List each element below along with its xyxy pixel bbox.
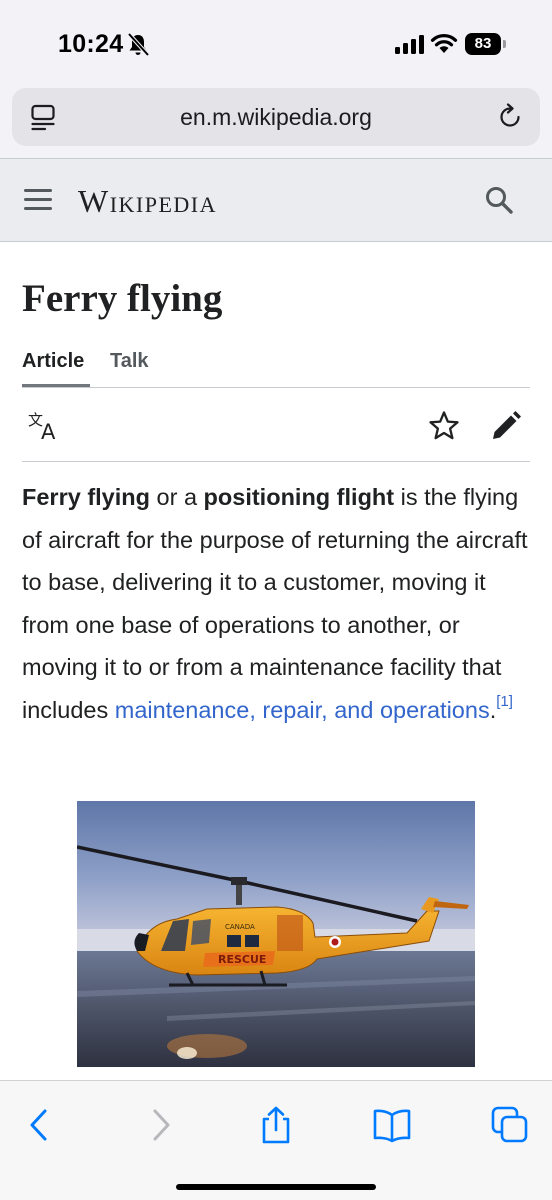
tab-talk[interactable]: Talk [110,350,149,373]
lead-paragraph: Ferry flying or a positioning flight is … [22,484,528,723]
url-text[interactable]: en.m.wikipedia.org [12,104,540,131]
chevron-right-icon[interactable] [140,1105,180,1145]
search-icon[interactable] [484,185,514,215]
battery-indicator: 83 [465,33,507,55]
browser-address-area: en.m.wikipedia.org [0,88,552,158]
pencil-edit-icon[interactable] [490,410,522,442]
book-icon[interactable] [372,1105,412,1145]
chevron-left-icon[interactable] [20,1105,60,1145]
bold-term-positioning-flight: positioning flight [203,484,395,510]
reference-link-1[interactable]: [1] [496,693,513,710]
helicopter-image[interactable]: CANADA RESCUE [77,801,475,1067]
link-mro[interactable]: maintenance, repair, and operations [115,697,490,723]
tab-article[interactable]: Article [22,350,84,373]
active-tab-indicator [22,384,90,387]
address-bar[interactable]: en.m.wikipedia.org [12,88,540,146]
language-translate-icon[interactable]: 文 A [28,410,64,442]
browser-toolbar [0,1080,552,1200]
home-indicator [176,1184,376,1190]
hamburger-menu-icon[interactable] [24,189,52,211]
wiki-header: Wikipedia [0,158,552,242]
status-bar: 10:24 83 [0,0,552,88]
fuselage-text-canada: CANADA [225,923,255,931]
share-icon[interactable] [256,1105,296,1145]
page-actions: 文 A [22,388,530,462]
reload-icon[interactable] [496,103,524,131]
svg-text:A: A [41,420,56,442]
wikipedia-wordmark[interactable]: Wikipedia [78,183,217,220]
battery-level: 83 [465,33,501,55]
tabs-icon[interactable] [490,1105,530,1145]
cellular-signal-icon [395,35,424,54]
page-tabs: Article Talk [22,346,530,388]
bell-silenced-icon [127,32,150,57]
page-title: Ferry flying [22,277,223,320]
wifi-icon [430,34,458,53]
status-time: 10:24 [58,30,124,58]
star-icon[interactable] [428,410,460,442]
fuselage-text-rescue: RESCUE [218,953,266,966]
bold-term-ferry-flying: Ferry flying [22,484,150,510]
